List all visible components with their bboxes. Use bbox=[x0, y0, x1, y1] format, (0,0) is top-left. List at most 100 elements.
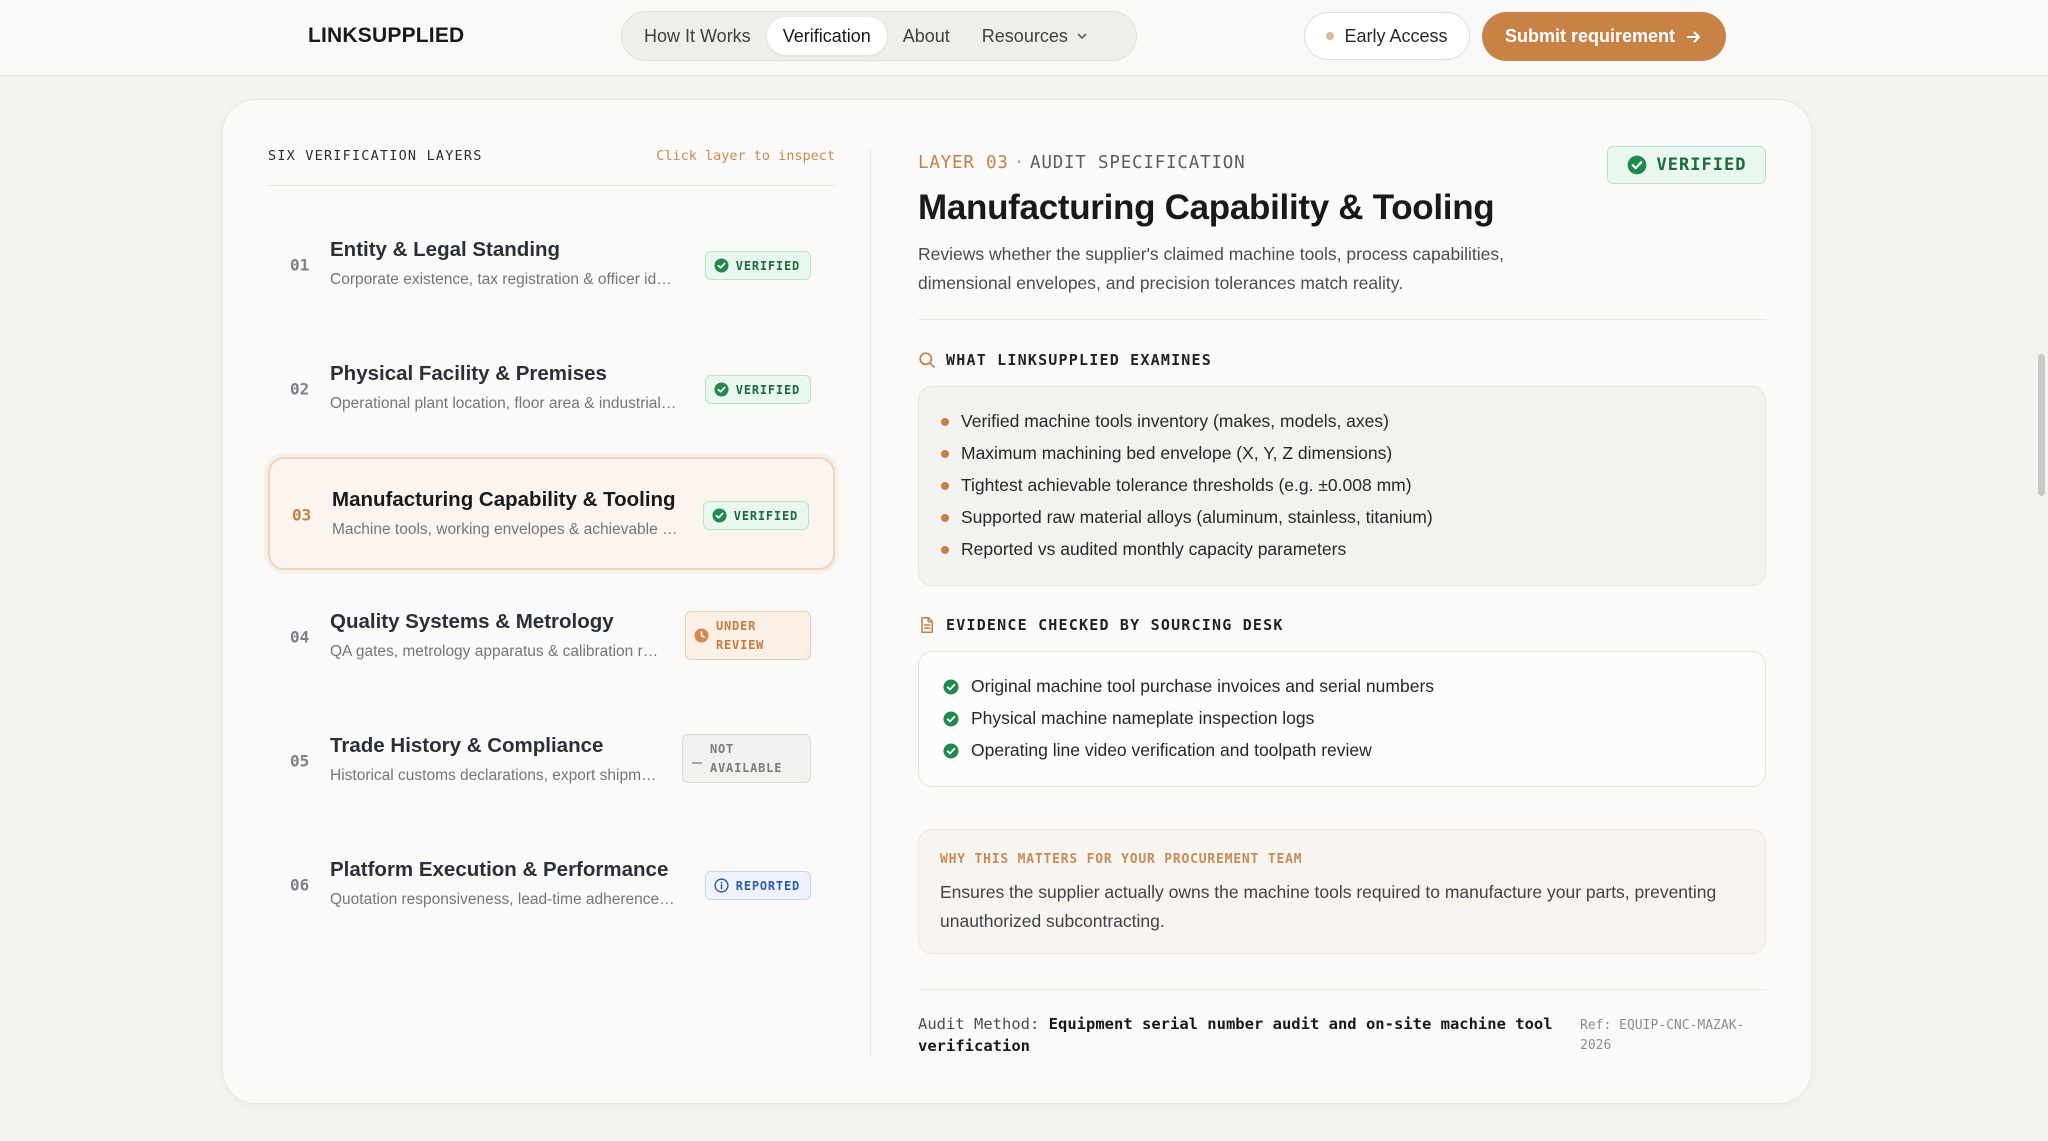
list-item-text: Physical machine nameplate inspection lo… bbox=[971, 708, 1315, 728]
layer-number: 06 bbox=[290, 875, 310, 895]
list-item: Supported raw material alloys (aluminum,… bbox=[941, 507, 1433, 528]
status-text: NOT AVAILABLE bbox=[710, 741, 783, 775]
layer-number: 02 bbox=[290, 379, 310, 399]
detail-description: Reviews whether the supplier's claimed m… bbox=[918, 244, 1504, 293]
check-circle-icon bbox=[1627, 155, 1646, 175]
list-item-text: Tightest achievable tolerance thresholds… bbox=[961, 475, 1412, 495]
bullet-dot-icon bbox=[941, 481, 949, 490]
reference-code: Ref: EQUIP-CNC-MAZAK-2026 bbox=[1580, 1018, 1745, 1053]
layers-panel-title: SIX VERIFICATION LAYERS bbox=[268, 148, 483, 164]
scrollbar-thumb[interactable] bbox=[2038, 354, 2045, 496]
evidence-title: EVIDENCE CHECKED BY SOURCING DESK bbox=[946, 616, 1284, 634]
examines-heading: WHAT LINKSUPPLIED EXAMINES bbox=[918, 351, 1212, 369]
check-circle-icon bbox=[712, 508, 727, 523]
status-text: UNDER REVIEW bbox=[716, 618, 765, 652]
list-item: Maximum machining bed envelope (X, Y, Z … bbox=[941, 443, 1392, 464]
nav-about[interactable]: About bbox=[887, 17, 966, 55]
check-circle-icon bbox=[714, 382, 729, 397]
layer-item-entity-legal[interactable]: 01 Entity & Legal Standing Corporate exi… bbox=[268, 209, 835, 322]
arrow-right-icon bbox=[1687, 31, 1701, 42]
early-access-label: Early Access bbox=[1344, 25, 1448, 46]
examines-title: WHAT LINKSUPPLIED EXAMINES bbox=[946, 351, 1212, 369]
breadcrumb-separator: · bbox=[1013, 153, 1026, 173]
layer-subtitle: Corporate existence, tax registration & … bbox=[330, 271, 678, 288]
audit-method: Audit Method: Equipment serial number au… bbox=[918, 1013, 1578, 1057]
layer-number: 05 bbox=[290, 751, 310, 771]
status-dot-icon bbox=[1326, 32, 1335, 40]
list-item: Verified machine tools inventory (makes,… bbox=[941, 411, 1389, 432]
layer-title: Platform Execution & Performance bbox=[330, 858, 669, 881]
detail-title: Manufacturing Capability & Tooling bbox=[918, 188, 1495, 227]
early-access-button[interactable]: Early Access bbox=[1304, 12, 1470, 60]
status-badge-verified: VERIFIED bbox=[704, 375, 811, 404]
check-circle-icon bbox=[714, 258, 729, 273]
submit-requirement-button[interactable]: Submit requirement bbox=[1482, 12, 1726, 61]
layer-title: Manufacturing Capability & Tooling bbox=[332, 488, 676, 511]
layer-number: 03 bbox=[292, 505, 312, 525]
evidence-heading: EVIDENCE CHECKED BY SOURCING DESK bbox=[918, 616, 1284, 634]
list-item: Reported vs audited monthly capacity par… bbox=[941, 539, 1346, 560]
status-badge-under-review: UNDER REVIEW bbox=[685, 611, 811, 660]
list-item-text: Reported vs audited monthly capacity par… bbox=[961, 539, 1347, 559]
list-item-text: Supported raw material alloys (aluminum,… bbox=[961, 507, 1433, 527]
nav-how-it-works-label: How It Works bbox=[644, 25, 751, 46]
check-circle-icon bbox=[943, 711, 959, 726]
layer-item-platform-execution[interactable]: 06 Platform Execution & Performance Quot… bbox=[268, 829, 835, 942]
detail-status-badge: VERIFIED bbox=[1607, 146, 1766, 184]
evidence-list: Original machine tool purchase invoices … bbox=[918, 651, 1766, 787]
status-text: VERIFIED bbox=[733, 508, 798, 523]
layer-item-physical-facility[interactable]: 02 Physical Facility & Premises Operatio… bbox=[268, 333, 835, 446]
nav-verification-label: Verification bbox=[782, 25, 871, 46]
status-text: VERIFIED bbox=[735, 382, 800, 397]
layer-title: Physical Facility & Premises bbox=[330, 362, 607, 385]
layers-panel-hint: Click layer to inspect bbox=[656, 148, 835, 164]
info-circle-icon bbox=[714, 878, 729, 893]
layer-breadcrumb: LAYER 03 · AUDIT SPECIFICATION bbox=[918, 153, 1245, 173]
nav-how-it-works[interactable]: How It Works bbox=[628, 17, 767, 55]
status-badge-verified: VERIFIED bbox=[702, 501, 809, 530]
status-badge-reported: REPORTED bbox=[704, 871, 811, 900]
nav-verification[interactable]: Verification bbox=[766, 17, 887, 55]
status-badge-verified: VERIFIED bbox=[704, 251, 811, 280]
status-text: REPORTED bbox=[735, 878, 800, 893]
layer-title: Quality Systems & Metrology bbox=[330, 610, 614, 633]
status-text: VERIFIED bbox=[735, 258, 800, 273]
check-circle-icon bbox=[943, 679, 959, 694]
nav-about-label: About bbox=[902, 25, 950, 46]
brand-logo[interactable]: LINKSUPPLIED bbox=[308, 24, 464, 48]
layer-number: 04 bbox=[290, 627, 310, 647]
submit-requirement-label: Submit requirement bbox=[1504, 26, 1676, 46]
examines-list: Verified machine tools inventory (makes,… bbox=[918, 386, 1766, 586]
layers-panel-header: SIX VERIFICATION LAYERS Click layer to i… bbox=[268, 148, 835, 186]
search-icon bbox=[918, 351, 936, 369]
why-title: WHY THIS MATTERS FOR YOUR PROCUREMENT TE… bbox=[940, 852, 1303, 867]
layer-item-trade-history[interactable]: 05 Trade History & Compliance Historical… bbox=[268, 705, 835, 818]
layer-label: LAYER 03 bbox=[918, 153, 1009, 173]
layer-item-quality-systems[interactable]: 04 Quality Systems & Metrology QA gates,… bbox=[268, 581, 835, 694]
nav-resources-label: Resources bbox=[981, 25, 1068, 46]
list-item: Tightest achievable tolerance thresholds… bbox=[941, 475, 1412, 496]
list-item-text: Operating line video verification and to… bbox=[971, 740, 1372, 760]
document-icon bbox=[918, 616, 936, 634]
bullet-dot-icon bbox=[941, 545, 949, 554]
panel-divider bbox=[870, 148, 871, 1058]
main-nav: How It Works Verification About Resource… bbox=[621, 11, 1137, 61]
clock-icon bbox=[694, 628, 709, 643]
list-item: Operating line video verification and to… bbox=[943, 740, 1372, 761]
layer-subtitle: Historical customs declarations, export … bbox=[330, 767, 660, 784]
status-badge-not-available: NOT AVAILABLE bbox=[682, 734, 811, 783]
list-item-text: Maximum machining bed envelope (X, Y, Z … bbox=[961, 443, 1393, 463]
nav-resources-dropdown[interactable]: Resources bbox=[966, 17, 1104, 55]
layer-subtitle: QA gates, metrology apparatus & calibrat… bbox=[330, 643, 664, 660]
layer-subtitle: Machine tools, working envelopes & achie… bbox=[332, 521, 680, 538]
layer-title: Trade History & Compliance bbox=[330, 734, 604, 757]
why-it-matters-callout: WHY THIS MATTERS FOR YOUR PROCUREMENT TE… bbox=[918, 829, 1766, 954]
why-body: Ensures the supplier actually owns the m… bbox=[940, 882, 1717, 931]
bullet-dot-icon bbox=[941, 449, 949, 458]
list-item: Physical machine nameplate inspection lo… bbox=[943, 708, 1314, 729]
chevron-down-icon bbox=[1076, 30, 1088, 42]
bullet-dot-icon bbox=[941, 417, 949, 426]
list-item-text: Original machine tool purchase invoices … bbox=[971, 676, 1435, 696]
layer-item-manufacturing-capability[interactable]: 03 Manufacturing Capability & Tooling Ma… bbox=[268, 457, 835, 570]
layer-number: 01 bbox=[290, 255, 310, 275]
